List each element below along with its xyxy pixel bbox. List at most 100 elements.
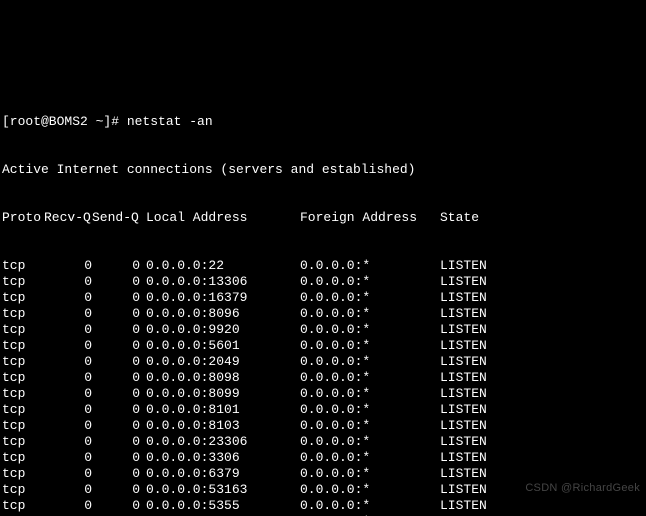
cell-state: LISTEN xyxy=(440,498,487,514)
col-sendq: Send-Q xyxy=(92,210,146,226)
cell-local: 0.0.0.0:2049 xyxy=(146,354,300,370)
table-row: tcp000.0.0.0:81010.0.0.0:*LISTEN xyxy=(2,402,644,418)
cell-state: LISTEN xyxy=(440,290,487,306)
cell-foreign: 0.0.0.0:* xyxy=(300,274,440,290)
cell-local: 0.0.0.0:5355 xyxy=(146,498,300,514)
cell-state: LISTEN xyxy=(440,338,487,354)
cell-local: 0.0.0.0:8096 xyxy=(146,306,300,322)
cell-sendq: 0 xyxy=(92,482,146,498)
cell-proto: tcp xyxy=(2,450,44,466)
cell-proto: tcp xyxy=(2,418,44,434)
col-foreign: Foreign Address xyxy=(300,210,440,226)
cell-state: LISTEN xyxy=(440,418,487,434)
cell-sendq: 0 xyxy=(92,322,146,338)
cell-recvq: 0 xyxy=(44,482,92,498)
cell-local: 0.0.0.0:5601 xyxy=(146,338,300,354)
table-row: tcp000.0.0.0:133060.0.0.0:*LISTEN xyxy=(2,274,644,290)
cell-local: 0.0.0.0:3306 xyxy=(146,450,300,466)
cell-recvq: 0 xyxy=(44,322,92,338)
cell-foreign: 0.0.0.0:* xyxy=(300,402,440,418)
cell-recvq: 0 xyxy=(44,450,92,466)
cell-local: 0.0.0.0:6379 xyxy=(146,466,300,482)
cell-proto: tcp xyxy=(2,370,44,386)
cell-state: LISTEN xyxy=(440,306,487,322)
cell-sendq: 0 xyxy=(92,402,146,418)
cell-foreign: 0.0.0.0:* xyxy=(300,498,440,514)
col-local: Local Address xyxy=(146,210,300,226)
column-headers: ProtoRecv-QSend-QLocal AddressForeign Ad… xyxy=(2,210,644,226)
cell-foreign: 0.0.0.0:* xyxy=(300,514,440,516)
cell-recvq: 0 xyxy=(44,354,92,370)
cell-local: 0.0.0.0:23306 xyxy=(146,434,300,450)
cell-proto: tcp xyxy=(2,514,44,516)
cell-sendq: 0 xyxy=(92,258,146,274)
cell-state: LISTEN xyxy=(440,386,487,402)
cell-state: LISTEN xyxy=(440,354,487,370)
cell-local: 0.0.0.0:8099 xyxy=(146,386,300,402)
cell-sendq: 0 xyxy=(92,418,146,434)
cell-state: LISTEN xyxy=(440,514,487,516)
cell-recvq: 0 xyxy=(44,370,92,386)
table-row: tcp000.0.0.0:80980.0.0.0:*LISTEN xyxy=(2,370,644,386)
cell-local: 0.0.0.0:46445 xyxy=(146,514,300,516)
cell-state: LISTEN xyxy=(440,258,487,274)
cell-foreign: 0.0.0.0:* xyxy=(300,370,440,386)
cell-sendq: 0 xyxy=(92,386,146,402)
table-row: tcp000.0.0.0:464450.0.0.0:*LISTEN xyxy=(2,514,644,516)
cell-recvq: 0 xyxy=(44,498,92,514)
cell-local: 0.0.0.0:8103 xyxy=(146,418,300,434)
cell-foreign: 0.0.0.0:* xyxy=(300,258,440,274)
cell-local: 0.0.0.0:53163 xyxy=(146,482,300,498)
cell-recvq: 0 xyxy=(44,466,92,482)
cell-proto: tcp xyxy=(2,482,44,498)
cell-proto: tcp xyxy=(2,402,44,418)
table-row: tcp000.0.0.0:80960.0.0.0:*LISTEN xyxy=(2,306,644,322)
cell-sendq: 0 xyxy=(92,498,146,514)
cell-proto: tcp xyxy=(2,306,44,322)
cell-local: 0.0.0.0:13306 xyxy=(146,274,300,290)
cell-proto: tcp xyxy=(2,386,44,402)
cell-sendq: 0 xyxy=(92,274,146,290)
watermark: CSDN @RichardGeek xyxy=(525,480,640,496)
cell-foreign: 0.0.0.0:* xyxy=(300,354,440,370)
cell-recvq: 0 xyxy=(44,386,92,402)
cell-local: 0.0.0.0:9920 xyxy=(146,322,300,338)
cell-foreign: 0.0.0.0:* xyxy=(300,338,440,354)
table-row: tcp000.0.0.0:53550.0.0.0:*LISTEN xyxy=(2,498,644,514)
cell-proto: tcp xyxy=(2,258,44,274)
table-row: tcp000.0.0.0:81030.0.0.0:*LISTEN xyxy=(2,418,644,434)
table-row: tcp000.0.0.0:220.0.0.0:*LISTEN xyxy=(2,258,644,274)
cell-foreign: 0.0.0.0:* xyxy=(300,386,440,402)
cell-state: LISTEN xyxy=(440,274,487,290)
cell-proto: tcp xyxy=(2,338,44,354)
cell-state: LISTEN xyxy=(440,322,487,338)
cell-sendq: 0 xyxy=(92,306,146,322)
cell-recvq: 0 xyxy=(44,434,92,450)
cell-recvq: 0 xyxy=(44,290,92,306)
table-row: tcp000.0.0.0:163790.0.0.0:*LISTEN xyxy=(2,290,644,306)
table-row: tcp000.0.0.0:233060.0.0.0:*LISTEN xyxy=(2,434,644,450)
cell-local: 0.0.0.0:8098 xyxy=(146,370,300,386)
cell-recvq: 0 xyxy=(44,274,92,290)
cell-foreign: 0.0.0.0:* xyxy=(300,322,440,338)
cell-sendq: 0 xyxy=(92,354,146,370)
cell-recvq: 0 xyxy=(44,338,92,354)
cell-proto: tcp xyxy=(2,290,44,306)
cell-foreign: 0.0.0.0:* xyxy=(300,306,440,322)
cell-recvq: 0 xyxy=(44,402,92,418)
cell-local: 0.0.0.0:22 xyxy=(146,258,300,274)
cell-proto: tcp xyxy=(2,466,44,482)
table-row: tcp000.0.0.0:99200.0.0.0:*LISTEN xyxy=(2,322,644,338)
cell-state: LISTEN xyxy=(440,466,487,482)
netstat-rows: tcp000.0.0.0:220.0.0.0:*LISTENtcp000.0.0… xyxy=(2,258,644,516)
table-row: tcp000.0.0.0:20490.0.0.0:*LISTEN xyxy=(2,354,644,370)
cell-sendq: 0 xyxy=(92,466,146,482)
cell-sendq: 0 xyxy=(92,370,146,386)
cell-recvq: 0 xyxy=(44,514,92,516)
cell-sendq: 0 xyxy=(92,434,146,450)
cell-recvq: 0 xyxy=(44,306,92,322)
cell-proto: tcp xyxy=(2,434,44,450)
table-row: tcp000.0.0.0:56010.0.0.0:*LISTEN xyxy=(2,338,644,354)
table-row: tcp000.0.0.0:33060.0.0.0:*LISTEN xyxy=(2,450,644,466)
cell-local: 0.0.0.0:16379 xyxy=(146,290,300,306)
